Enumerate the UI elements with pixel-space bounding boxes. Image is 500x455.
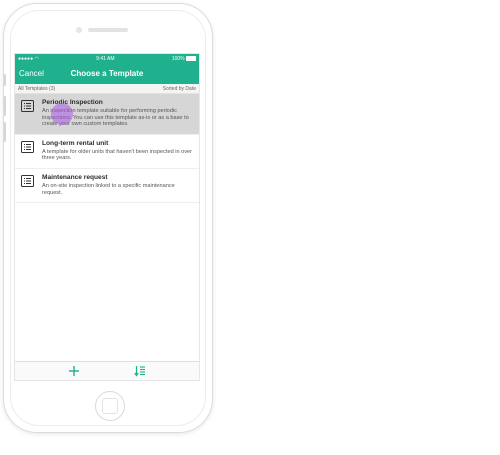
template-description: A template for older units that haven't …	[42, 148, 193, 162]
earpiece-speaker	[88, 28, 128, 32]
touch-indicator	[51, 103, 73, 125]
navigation-bar: Cancel Choose a Template	[15, 64, 199, 84]
template-title: Maintenance request	[42, 173, 108, 181]
app-screen: ●●●●● ◠ 9:41 AM 100% Cancel Choose a Tem…	[14, 53, 200, 381]
signal-indicator: ●●●●● ◠	[18, 56, 39, 62]
template-list: Periodic Inspection An inspection templa…	[15, 94, 199, 204]
bottom-toolbar	[15, 361, 199, 380]
sort-label[interactable]: Sorted by Date	[163, 86, 196, 92]
template-item-periodic-inspection[interactable]: Periodic Inspection An inspection templa…	[15, 94, 199, 135]
list-document-icon	[21, 174, 34, 187]
template-description: An on-site inspection linked to a specif…	[42, 182, 175, 196]
template-item-long-term-rental[interactable]: Long-term rental unit A template for old…	[15, 135, 199, 169]
battery-icon	[185, 56, 196, 62]
template-title: Long-term rental unit	[42, 139, 109, 147]
volume-up-button	[4, 96, 6, 116]
status-bar: ●●●●● ◠ 9:41 AM 100%	[15, 54, 199, 64]
list-document-icon	[21, 140, 34, 153]
page-title: Choose a Template	[70, 69, 144, 78]
wifi-icon: ◠	[34, 56, 39, 62]
status-time: 9:41 AM	[96, 56, 115, 62]
front-camera	[76, 27, 82, 33]
list-subheader: All Templates (3) Sorted by Date	[15, 84, 199, 94]
battery-indicator: 100%	[172, 56, 196, 62]
volume-down-button	[4, 122, 6, 142]
template-item-maintenance-request[interactable]: Maintenance request An on-site inspectio…	[15, 169, 199, 204]
home-button[interactable]	[95, 391, 125, 421]
sort-button[interactable]	[134, 365, 146, 377]
list-document-icon	[21, 100, 34, 112]
template-count: All Templates (3)	[18, 85, 56, 92]
add-template-button[interactable]	[68, 365, 80, 377]
mute-switch	[4, 74, 6, 86]
